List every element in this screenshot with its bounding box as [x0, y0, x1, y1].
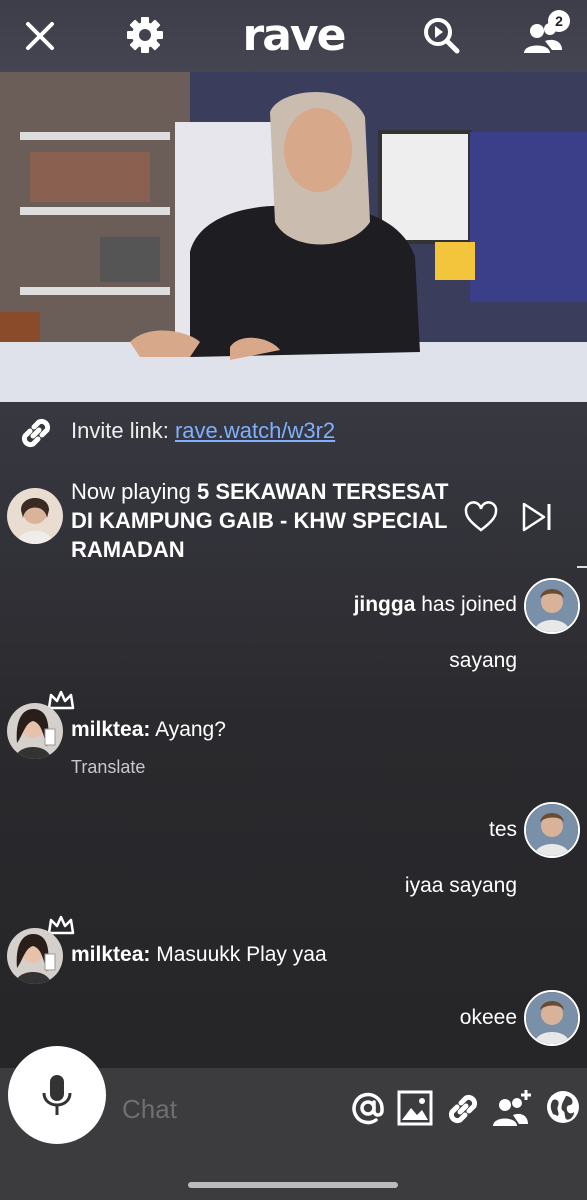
user-avatar-jingga[interactable] — [524, 802, 580, 858]
chat-message: okeee — [459, 1006, 517, 1029]
mention-button[interactable] — [349, 1089, 387, 1127]
chat-message-milktea: milktea: Masuukk Play yaa — [71, 943, 327, 967]
chat-username: jingga — [353, 593, 416, 616]
home-indicator[interactable] — [188, 1182, 398, 1188]
like-button[interactable] — [464, 500, 498, 534]
invite-link-row: Invite link: rave.watch/w3r2 — [71, 418, 335, 444]
chat-message-milktea: milktea: Ayang? — [71, 718, 226, 742]
image-icon — [397, 1090, 433, 1126]
participants-count-badge: 2 — [548, 10, 570, 32]
translate-link[interactable]: Translate — [71, 757, 145, 778]
now-playing-text: Now playing 5 SEKAWAN TERSESAT DI KAMPUN… — [71, 477, 461, 564]
user-avatar-milktea[interactable] — [7, 928, 63, 984]
chat-username: milktea: — [71, 718, 151, 741]
chat-input[interactable]: Chat — [122, 1094, 177, 1125]
chat-text: has joined — [421, 593, 517, 616]
search-video-button[interactable] — [418, 12, 464, 58]
link-icon — [21, 418, 51, 448]
skip-button[interactable] — [520, 500, 554, 534]
invite-friends-button[interactable] — [492, 1088, 534, 1128]
user-avatar-milktea[interactable] — [7, 703, 63, 759]
at-sign-icon — [352, 1092, 384, 1125]
globe-button[interactable] — [544, 1088, 582, 1126]
link-share-button[interactable] — [444, 1090, 482, 1128]
chat-message: iyaa sayang — [404, 874, 517, 897]
user-avatar-jingga[interactable] — [524, 578, 580, 634]
heart-icon — [464, 501, 498, 532]
scroll-indicator — [577, 566, 587, 568]
add-people-icon — [493, 1090, 531, 1126]
invite-link[interactable]: rave.watch/w3r2 — [175, 418, 335, 443]
link-icon — [448, 1094, 478, 1124]
microphone-icon — [42, 1075, 72, 1115]
chat-message: sayang — [449, 649, 517, 672]
mic-button[interactable] — [8, 1046, 106, 1144]
skip-next-icon — [522, 502, 551, 532]
video-player[interactable] — [0, 72, 587, 402]
chat-text: Ayang? — [155, 718, 226, 741]
chat-username: milktea: — [71, 943, 151, 966]
link-icon-wrap[interactable] — [17, 414, 55, 452]
now-playing-prefix: Now playing — [71, 479, 191, 504]
chat-message: tes — [488, 818, 517, 841]
chat-text: Masuukk Play yaa — [156, 943, 327, 966]
rave-logo: rave — [242, 10, 347, 61]
chat-message-join: jingga has joined — [354, 593, 517, 617]
now-playing-avatar[interactable] — [7, 488, 63, 544]
globe-icon — [547, 1091, 579, 1123]
image-button[interactable] — [397, 1090, 433, 1126]
invite-label: Invite link: — [71, 418, 169, 443]
search-video-icon — [424, 18, 460, 54]
video-frame-image — [0, 72, 587, 402]
user-avatar-jingga[interactable] — [524, 990, 580, 1046]
